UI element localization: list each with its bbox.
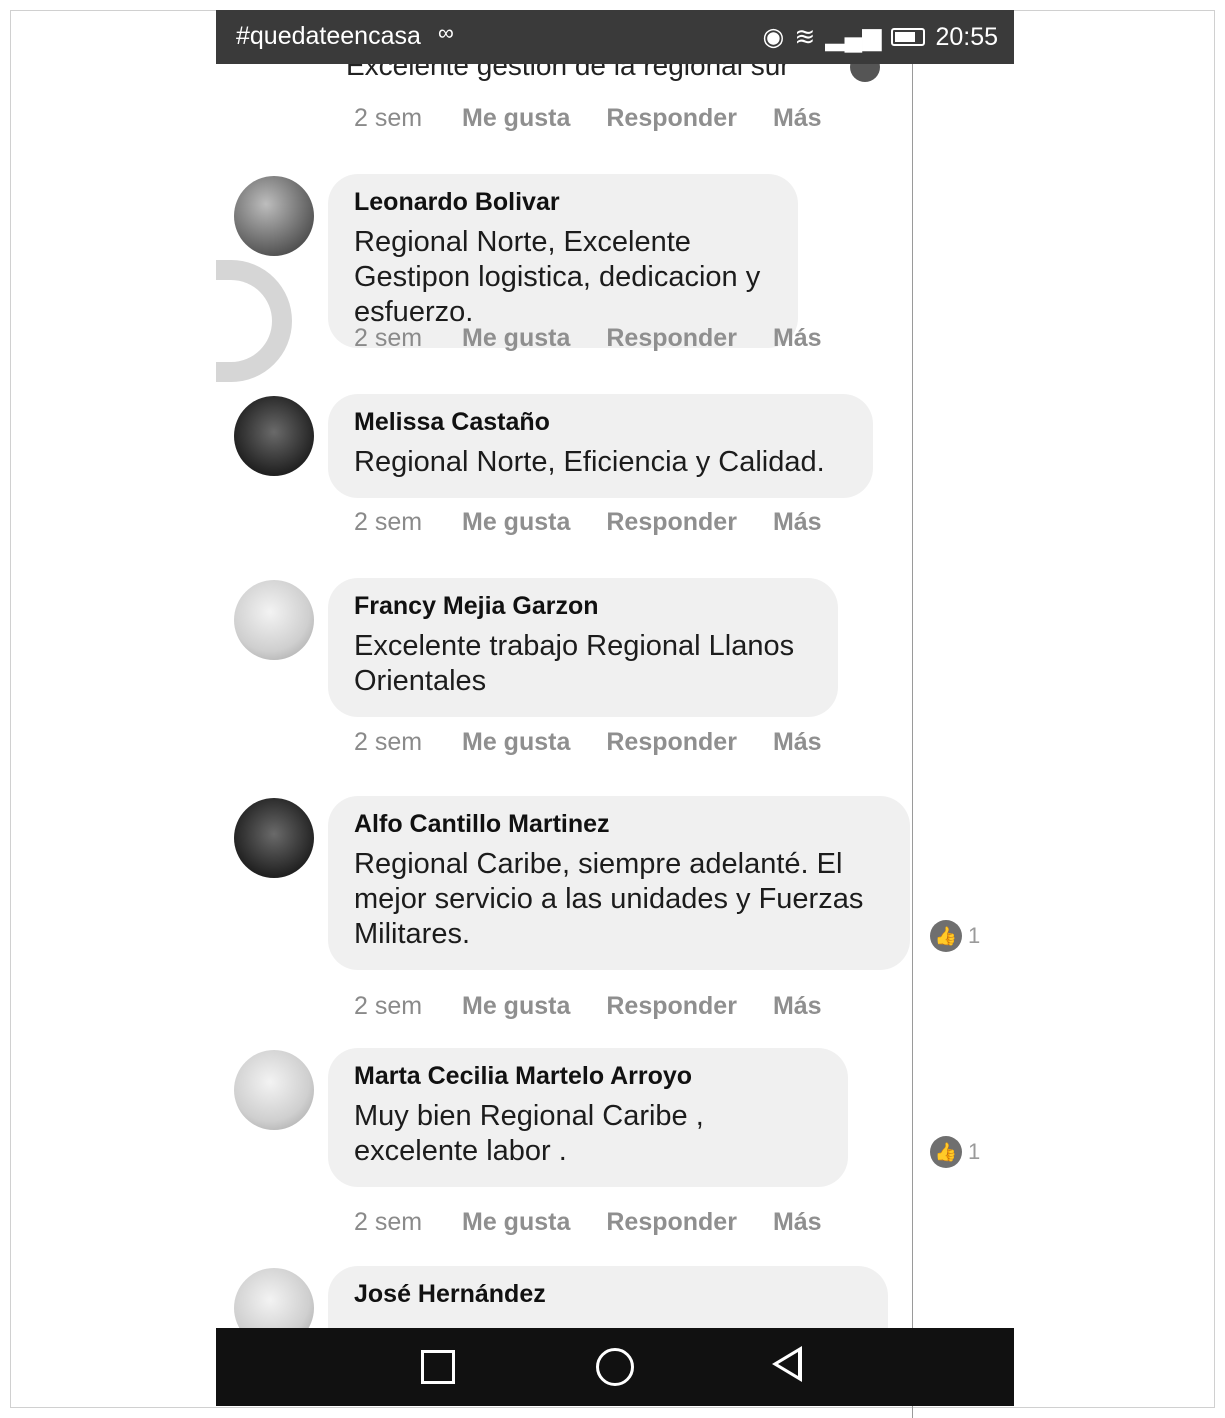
more-button[interactable]: Más xyxy=(773,728,822,757)
comment-time: 2 sem xyxy=(354,728,423,756)
more-button[interactable]: Más xyxy=(773,1208,822,1237)
like-button[interactable]: Me gusta xyxy=(462,728,570,757)
wifi-icon: ≋ xyxy=(794,23,816,51)
comment-author[interactable]: Alfo Cantillo Martinez xyxy=(354,810,884,839)
comment-actions: 2 sem Me gusta Responder Más xyxy=(354,508,858,537)
comment-bubble: Leonardo Bolivar Regional Norte, Excelen… xyxy=(328,174,798,348)
eye-icon: ◉ xyxy=(762,23,785,51)
reaction-count: 1 xyxy=(968,923,981,948)
comment-actions: 2 sem Me gusta Responder Más xyxy=(354,1208,858,1237)
like-reaction-icon: 👍 xyxy=(930,920,962,952)
reply-button[interactable]: Responder xyxy=(606,508,737,537)
comment-actions: 2 sem Me gusta Responder Más xyxy=(354,104,858,133)
comment-text: Muy bien Regional Caribe , excelente lab… xyxy=(354,1100,704,1167)
avatar[interactable] xyxy=(234,176,314,256)
signal-icon: ▂▄▆ xyxy=(825,23,882,51)
status-bar: #quedateencasa ∞ ◉ ≋ ▂▄▆ 20:55 xyxy=(216,10,1014,64)
like-button[interactable]: Me gusta xyxy=(462,508,570,537)
comment-actions: 2 sem Me gusta Responder Más xyxy=(354,728,858,757)
status-hashtag: #quedateencasa xyxy=(236,22,421,50)
comment-text: Regional Norte, Eficiencia y Calidad. xyxy=(354,446,825,478)
reply-button[interactable]: Responder xyxy=(606,1208,737,1237)
avatar[interactable] xyxy=(234,1050,314,1130)
reply-button[interactable]: Responder xyxy=(606,324,737,353)
avatar[interactable] xyxy=(234,580,314,660)
reply-button[interactable]: Responder xyxy=(606,992,737,1021)
comment-time: 2 sem xyxy=(354,508,423,536)
comment-bubble: Melissa Castaño Regional Norte, Eficienc… xyxy=(328,394,873,498)
avatar[interactable] xyxy=(234,798,314,878)
comment-actions: 2 sem Me gusta Responder Más xyxy=(354,992,858,1021)
like-button[interactable]: Me gusta xyxy=(462,1208,570,1237)
comment-time: 2 sem xyxy=(354,992,423,1020)
like-button[interactable]: Me gusta xyxy=(462,992,570,1021)
comment-author[interactable]: Marta Cecilia Martelo Arroyo xyxy=(354,1062,822,1091)
comment-actions: 2 sem Me gusta Responder Más xyxy=(354,324,858,353)
comment-text: Regional Norte, Excelente Gestipon logis… xyxy=(354,226,761,328)
reply-button[interactable]: Responder xyxy=(606,728,737,757)
status-time: 20:55 xyxy=(935,22,998,51)
comment-author[interactable]: Francy Mejia Garzon xyxy=(354,592,812,621)
triangle-back-icon[interactable] xyxy=(772,1346,802,1382)
divider-line xyxy=(912,60,913,1418)
comment-text: Excelente trabajo Regional Llanos Orient… xyxy=(354,630,795,697)
comment-bubble: Marta Cecilia Martelo Arroyo Muy bien Re… xyxy=(328,1048,848,1187)
comment-bubble: Alfo Cantillo Martinez Regional Caribe, … xyxy=(328,796,910,970)
reaction-count: 1 xyxy=(968,1139,981,1164)
comment-text: Regional Caribe, siempre adelanté. El me… xyxy=(354,848,864,950)
comment-time: 2 sem xyxy=(354,1208,423,1236)
more-button[interactable]: Más xyxy=(773,992,822,1021)
decorative-arc xyxy=(216,260,292,382)
comment-time: 2 sem xyxy=(354,324,423,352)
square-icon[interactable] xyxy=(421,1350,455,1384)
comment-time: 2 sem xyxy=(354,104,423,132)
reply-button[interactable]: Responder xyxy=(606,104,737,133)
comment-reactions[interactable]: 👍 1 xyxy=(930,920,980,952)
battery-icon xyxy=(891,28,926,46)
comment-reactions[interactable]: 👍 1 xyxy=(930,1136,980,1168)
circle-icon[interactable] xyxy=(596,1348,634,1386)
more-button[interactable]: Más xyxy=(773,104,822,133)
status-icons: ◉ ≋ ▂▄▆ 20:55 xyxy=(762,22,998,52)
more-button[interactable]: Más xyxy=(773,508,822,537)
like-button[interactable]: Me gusta xyxy=(462,104,570,133)
like-reaction-icon: 👍 xyxy=(930,1136,962,1168)
phone-screen: #quedateencasa ∞ ◉ ≋ ▂▄▆ 20:55 Excelente… xyxy=(216,10,1014,1406)
avatar[interactable] xyxy=(234,396,314,476)
comment-author[interactable]: José Hernández xyxy=(354,1280,862,1309)
infinity-icon: ∞ xyxy=(438,20,454,45)
navigation-bar xyxy=(216,1328,1014,1406)
like-button[interactable]: Me gusta xyxy=(462,324,570,353)
comment-author[interactable]: Melissa Castaño xyxy=(354,408,847,437)
comment-bubble: Francy Mejia Garzon Excelente trabajo Re… xyxy=(328,578,838,717)
comment-author[interactable]: Leonardo Bolivar xyxy=(354,188,772,217)
more-button[interactable]: Más xyxy=(773,324,822,353)
